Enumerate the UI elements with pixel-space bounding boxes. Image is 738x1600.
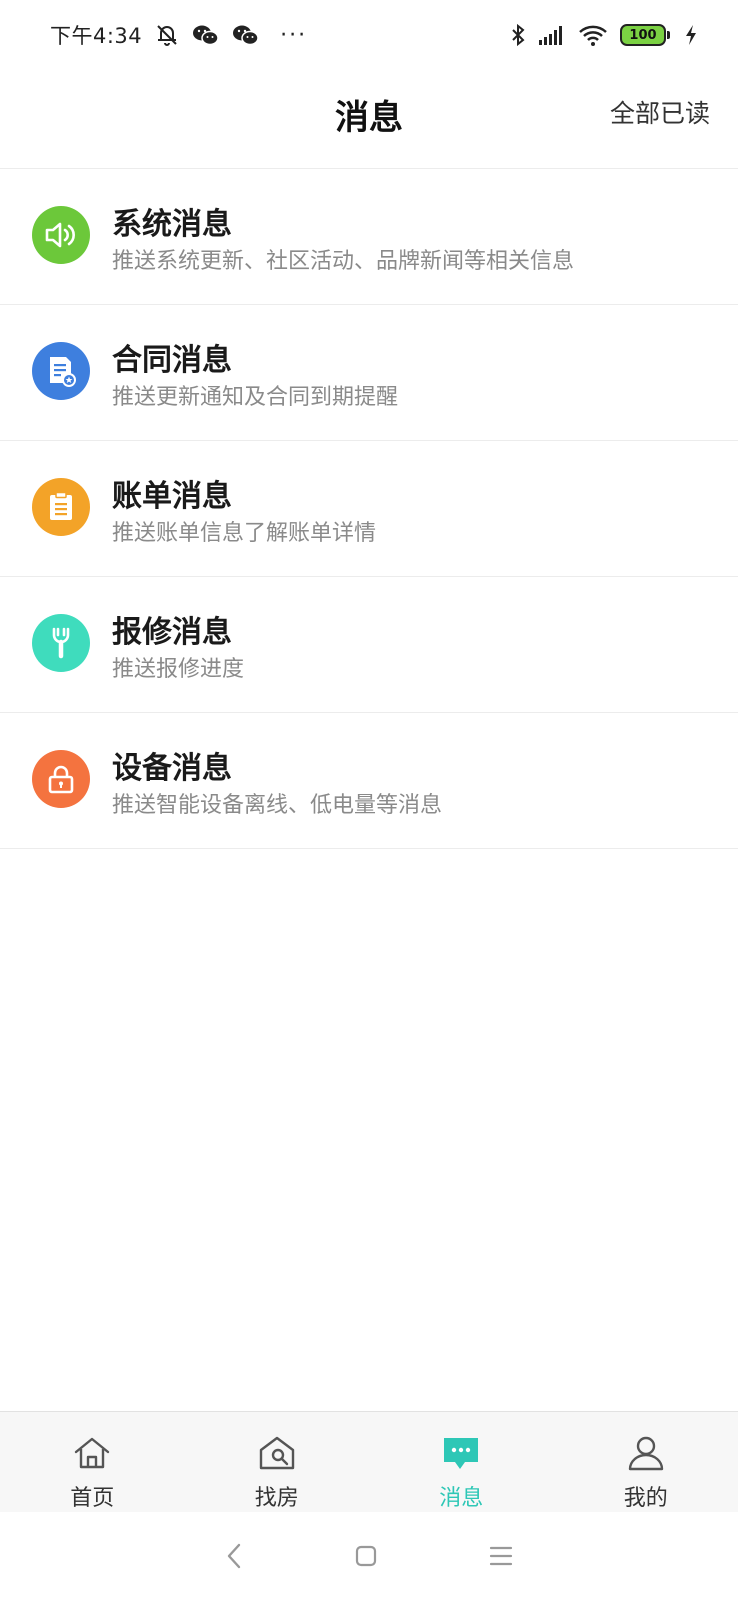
message-description: 推送报修进度 [112, 657, 245, 682]
house-search-icon [257, 1432, 297, 1474]
wechat-icon [192, 23, 220, 47]
header: 消息 全部已读 [0, 70, 738, 169]
system-nav-bar [0, 1512, 738, 1600]
message-title: 账单消息 [112, 479, 232, 514]
tab-messages[interactable]: 消息 [369, 1412, 554, 1512]
lock-icon [32, 750, 90, 808]
message-item-bill[interactable]: 账单消息 推送账单信息了解账单详情 [0, 441, 738, 577]
message-title: 合同消息 [112, 343, 232, 378]
bluetooth-icon [510, 23, 526, 47]
chat-icon [441, 1432, 481, 1474]
message-description: 推送更新通知及合同到期提醒 [112, 385, 399, 410]
wechat-icon [232, 23, 260, 47]
message-description: 推送账单信息了解账单详情 [112, 521, 377, 546]
message-title: 系统消息 [112, 207, 232, 242]
signal-icon [538, 24, 566, 46]
contract-icon [32, 342, 90, 400]
message-description: 推送智能设备离线、低电量等消息 [112, 793, 443, 818]
speaker-icon [32, 206, 90, 264]
home-button-icon[interactable] [354, 1544, 378, 1568]
mark-all-read-button[interactable]: 全部已读 [610, 94, 710, 130]
status-left: 下午4:34 ··· [50, 20, 307, 50]
status-bar: 下午4:34 ··· 100 [0, 0, 738, 70]
message-title: 设备消息 [112, 751, 232, 786]
tab-label: 我的 [623, 1486, 668, 1511]
message-item-contract[interactable]: 合同消息 推送更新通知及合同到期提醒 [0, 305, 738, 441]
message-list: 系统消息 推送系统更新、社区活动、品牌新闻等相关信息 合同消息 推送更新通知及合… [0, 169, 738, 849]
tab-find-house[interactable]: 找房 [185, 1412, 370, 1512]
message-title: 报修消息 [112, 615, 232, 650]
tab-label: 首页 [70, 1486, 115, 1511]
back-icon[interactable] [224, 1541, 244, 1571]
home-icon [72, 1432, 112, 1474]
mute-bell-icon [154, 22, 180, 48]
more-notifications-icon: ··· [280, 22, 308, 48]
menu-icon[interactable] [488, 1544, 514, 1568]
status-right: 100 [510, 23, 698, 47]
bill-icon [32, 478, 90, 536]
message-description: 推送系统更新、社区活动、品牌新闻等相关信息 [112, 249, 575, 274]
tab-mine[interactable]: 我的 [554, 1412, 738, 1512]
charging-icon [684, 24, 698, 46]
message-item-device[interactable]: 设备消息 推送智能设备离线、低电量等消息 [0, 713, 738, 849]
status-time: 下午4:34 [50, 24, 143, 48]
tab-label: 找房 [254, 1486, 299, 1511]
message-item-system[interactable]: 系统消息 推送系统更新、社区活动、品牌新闻等相关信息 [0, 169, 738, 305]
wifi-icon [578, 23, 608, 47]
battery-indicator: 100 [620, 24, 670, 46]
message-item-repair[interactable]: 报修消息 推送报修进度 [0, 577, 738, 713]
tab-label: 消息 [439, 1486, 484, 1511]
user-icon [626, 1432, 666, 1474]
tab-home[interactable]: 首页 [0, 1412, 185, 1512]
wrench-icon [32, 614, 90, 672]
bottom-tab-bar: 首页 找房 消息 我的 [0, 1411, 738, 1512]
